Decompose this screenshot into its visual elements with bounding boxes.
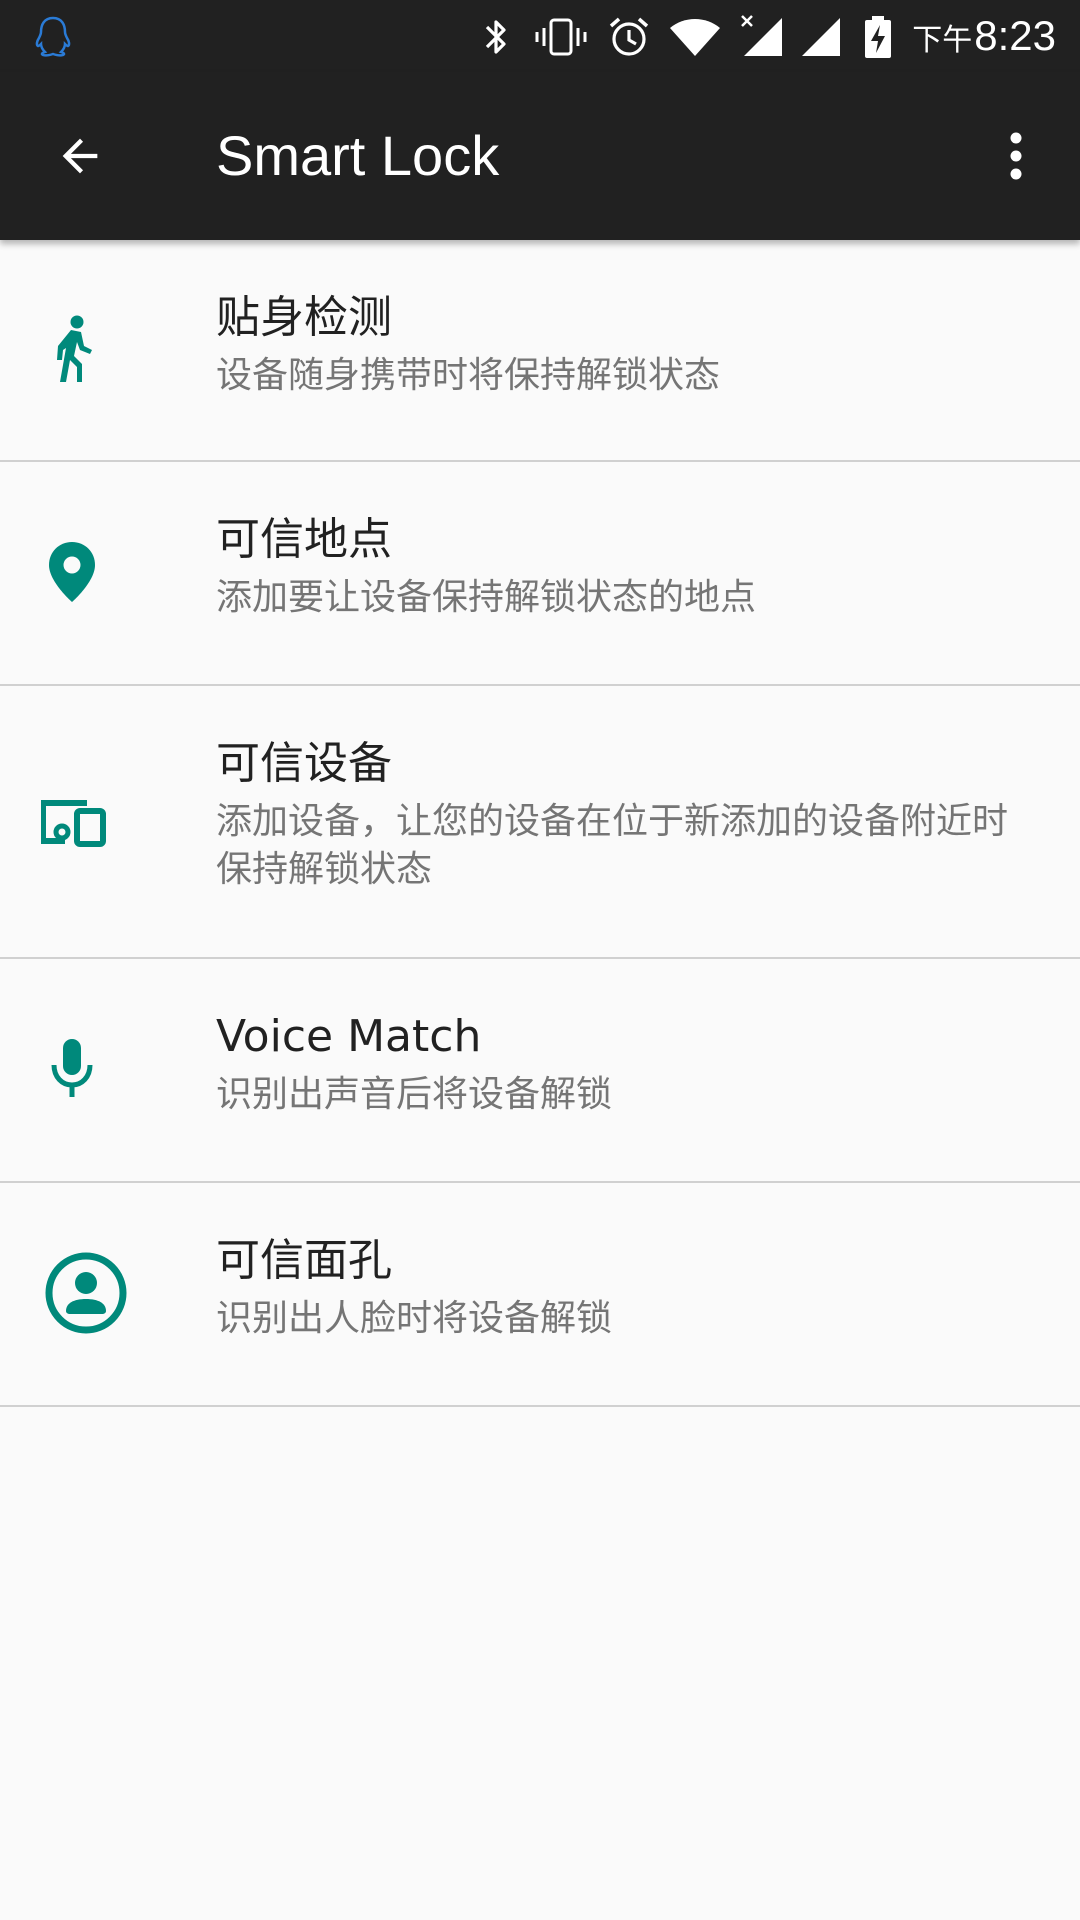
- app-bar: Smart Lock: [0, 72, 1080, 240]
- list-item-trusted-devices[interactable]: 可信设备 添加设备，让您的设备在位于新添加的设备附近时保持解锁状态: [0, 686, 1080, 959]
- item-title: Voice Match: [216, 1011, 482, 1062]
- item-title: 贴身检测: [216, 292, 392, 343]
- list-item-voice-match[interactable]: Voice Match 识别出声音后将设备解锁: [0, 959, 1080, 1183]
- status-bar: 下午 8:23: [0, 0, 1080, 72]
- item-subtitle: 设备随身携带时将保持解锁状态: [216, 355, 721, 396]
- signal-icon-sim1: [741, 15, 782, 56]
- item-subtitle: 添加设备，让您的设备在位于新添加的设备附近时保持解锁状态: [216, 801, 1009, 890]
- list-item-trusted-places[interactable]: 可信地点 添加要让设备保持解锁状态的地点: [0, 462, 1080, 686]
- walking-person-icon: [36, 314, 108, 386]
- battery-charging-icon: [865, 16, 891, 58]
- wifi-icon: [670, 19, 720, 56]
- vibrate-icon: [535, 18, 587, 56]
- clock: 8:23: [974, 12, 1056, 59]
- list-item-trusted-face[interactable]: 可信面孔 识别出人脸时将设备解锁: [0, 1183, 1080, 1407]
- microphone-icon: [36, 1033, 108, 1105]
- screen: 下午 8:23 Smart Lock 贴身检测 设备随身携带时将保持解锁状态 可…: [0, 0, 1080, 1920]
- item-subtitle: 识别出声音后将设备解锁: [216, 1074, 613, 1115]
- qq-icon: [35, 16, 71, 57]
- item-title: 可信地点: [216, 514, 392, 565]
- item-title: 可信面孔: [216, 1235, 392, 1286]
- item-title: 可信设备: [216, 738, 392, 789]
- arrow-back-icon: [62, 138, 98, 174]
- more-options-button[interactable]: [976, 116, 1056, 196]
- smart-lock-options-list: 贴身检测 设备随身携带时将保持解锁状态 可信地点 添加要让设备保持解锁状态的地点: [0, 240, 1080, 1407]
- status-time: 下午 8:23: [912, 12, 1056, 62]
- location-pin-icon: [36, 536, 108, 608]
- alarm-icon: [609, 17, 649, 56]
- list-item-on-body-detection[interactable]: 贴身检测 设备随身携带时将保持解锁状态: [0, 240, 1080, 462]
- back-button[interactable]: [40, 116, 120, 196]
- devices-icon: [36, 786, 108, 858]
- face-icon: [44, 1251, 128, 1335]
- more-vert-icon: [1010, 132, 1022, 180]
- time-period: 下午: [912, 24, 973, 57]
- item-subtitle: 添加要让设备保持解锁状态的地点: [216, 577, 757, 618]
- signal-icon-sim2: [802, 18, 840, 56]
- bluetooth-icon: [485, 20, 506, 54]
- item-subtitle: 识别出人脸时将设备解锁: [216, 1298, 613, 1339]
- page-title: Smart Lock: [216, 124, 500, 187]
